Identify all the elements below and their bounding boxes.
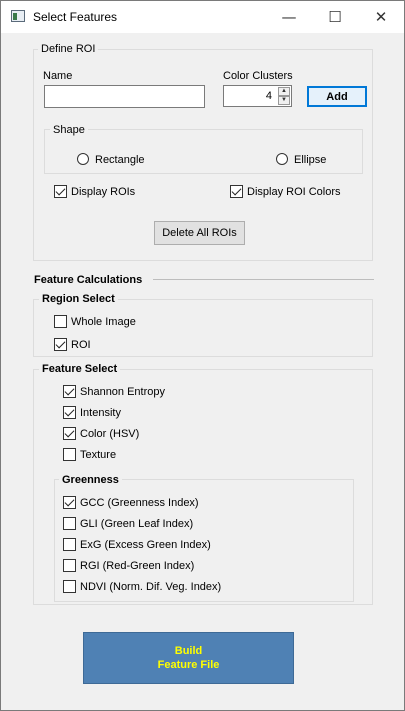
shannon-entropy-checkbox[interactable] <box>63 385 76 398</box>
build-button-line2: Feature File <box>157 659 220 671</box>
window-title: Select Features <box>33 10 118 24</box>
build-feature-file-button[interactable]: Build Feature File <box>83 632 294 684</box>
texture-checkbox[interactable] <box>63 448 76 461</box>
color-clusters-label: Color Clusters <box>223 70 293 82</box>
spin-down-icon[interactable]: ▼ <box>278 96 290 105</box>
feature-calculations-title: Feature Calculations <box>34 274 143 286</box>
gcc-checkbox[interactable] <box>63 496 76 509</box>
whole-image-label: Whole Image <box>71 316 136 328</box>
intensity-checkbox[interactable] <box>63 406 76 419</box>
divider <box>153 279 374 280</box>
ndvi-checkbox[interactable] <box>63 580 76 593</box>
title-bar: Select Features — ☐ ✕ <box>1 1 404 33</box>
ellipse-label: Ellipse <box>294 154 327 166</box>
roi-checkbox[interactable] <box>54 338 67 351</box>
color-hsv-label: Color (HSV) <box>80 428 140 440</box>
spin-up-icon[interactable]: ▲ <box>278 87 290 96</box>
gli-label: GLI (Green Leaf Index) <box>80 518 194 530</box>
name-input[interactable] <box>44 85 205 108</box>
select-features-window: Select Features — ☐ ✕ Define ROI Name Co… <box>0 0 405 711</box>
feature-select-title: Feature Select <box>39 363 121 375</box>
rectangle-radio[interactable] <box>77 153 89 165</box>
maximize-button[interactable]: ☐ <box>312 1 358 33</box>
whole-image-checkbox[interactable] <box>54 315 67 328</box>
shape-title: Shape <box>50 124 88 136</box>
color-hsv-checkbox[interactable] <box>63 427 76 440</box>
exg-label: ExG (Excess Green Index) <box>80 539 211 551</box>
close-button[interactable]: ✕ <box>358 1 404 33</box>
rgi-checkbox[interactable] <box>63 559 76 572</box>
ellipse-radio[interactable] <box>276 153 288 165</box>
region-select-title: Region Select <box>39 293 118 305</box>
color-clusters-value: 4 <box>265 90 272 102</box>
add-button[interactable]: Add <box>307 86 367 107</box>
gcc-label: GCC (Greenness Index) <box>80 497 199 509</box>
app-icon <box>11 10 25 22</box>
rgi-label: RGI (Red-Green Index) <box>80 560 195 572</box>
display-roi-colors-checkbox[interactable] <box>230 185 243 198</box>
display-rois-checkbox[interactable] <box>54 185 67 198</box>
rectangle-label: Rectangle <box>95 154 145 166</box>
roi-label: ROI <box>71 339 91 351</box>
minimize-button[interactable]: — <box>266 1 312 33</box>
gli-checkbox[interactable] <box>63 517 76 530</box>
shannon-entropy-label: Shannon Entropy <box>80 386 166 398</box>
color-clusters-spinbox[interactable]: 4 ▲ ▼ <box>223 85 292 107</box>
texture-label: Texture <box>80 449 117 461</box>
define-roi-title: Define ROI <box>38 43 99 55</box>
exg-checkbox[interactable] <box>63 538 76 551</box>
close-icon: ✕ <box>374 8 388 26</box>
display-roi-colors-label: Display ROI Colors <box>247 186 341 198</box>
shape-group <box>44 129 363 174</box>
minimize-icon: — <box>281 8 297 26</box>
delete-all-rois-button[interactable]: Delete All ROIs <box>154 221 245 245</box>
maximize-icon: ☐ <box>328 8 342 26</box>
intensity-label: Intensity <box>80 407 121 419</box>
display-rois-label: Display ROIs <box>71 186 136 198</box>
build-button-line1: Build <box>174 645 203 657</box>
name-label: Name <box>43 70 73 82</box>
greenness-title: Greenness <box>59 474 122 486</box>
ndvi-label: NDVI (Norm. Dif. Veg. Index) <box>80 581 222 593</box>
